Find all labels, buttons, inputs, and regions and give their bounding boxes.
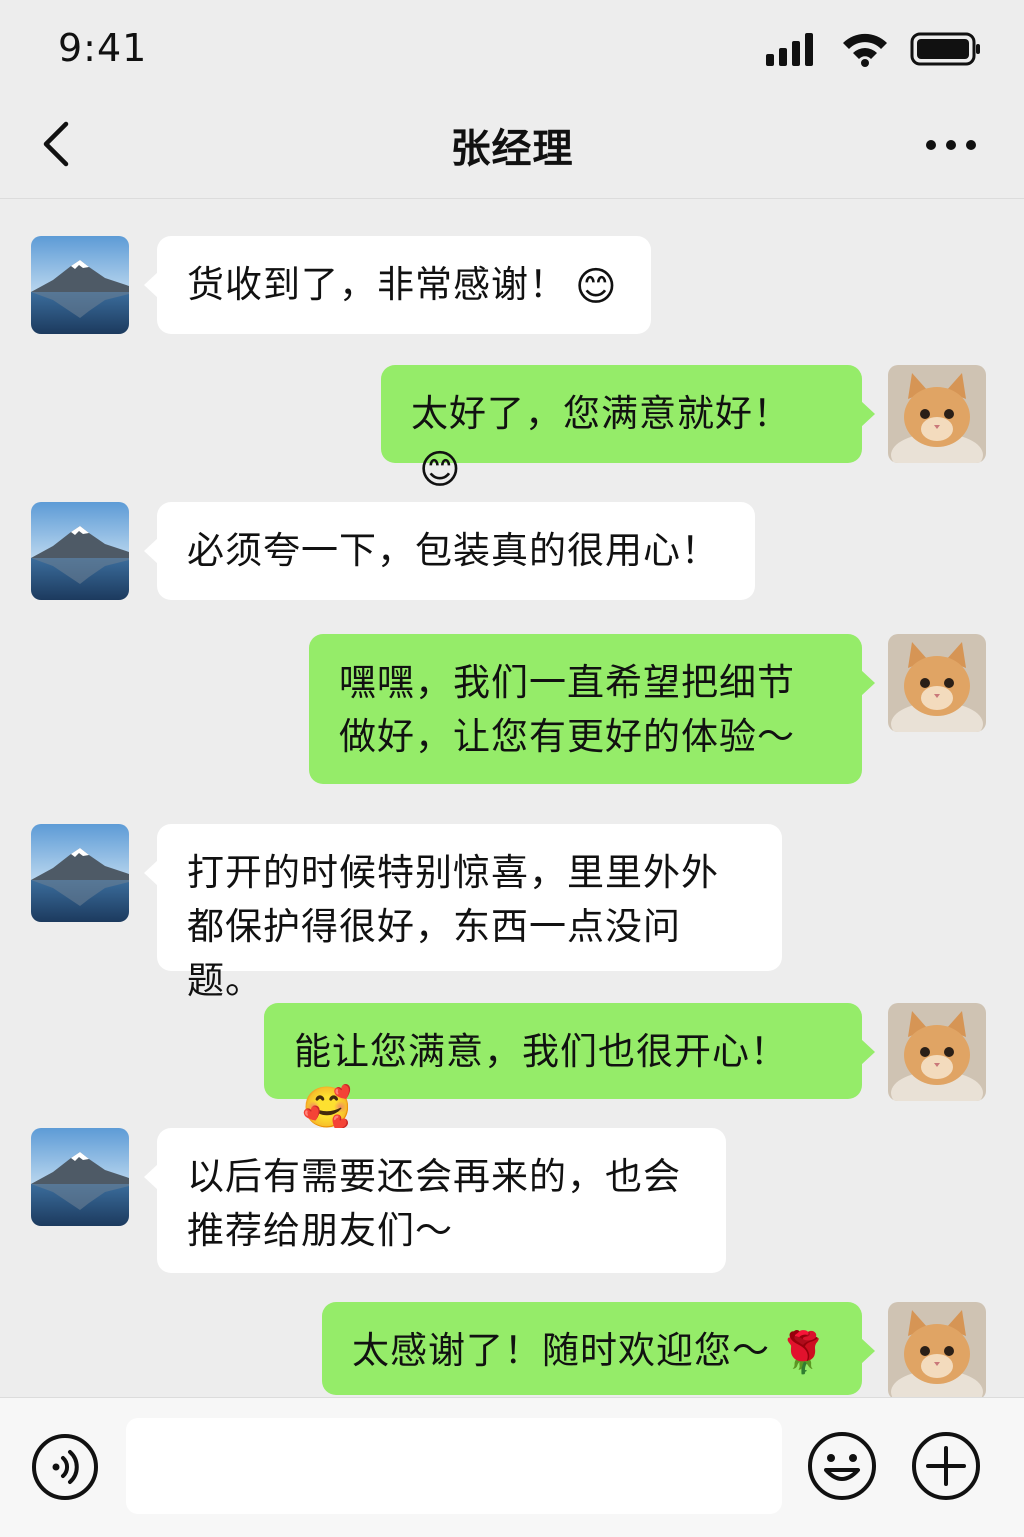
message-text: 太感谢了！随时欢迎您～ [352, 1329, 770, 1372]
message-text: 太好了，您满意就好！ [411, 392, 791, 435]
message-text: 能让您满意，我们也很开心！ [294, 1030, 788, 1073]
nav-bar: 张经理 [0, 96, 1024, 199]
status-bar: 9:41 [0, 0, 1024, 96]
mountain-lake-avatar[interactable] [31, 824, 129, 922]
message-text-line: 推荐给朋友们～ [187, 1209, 453, 1252]
cat-avatar[interactable] [888, 1003, 986, 1101]
message-text-line: 做好，让您有更好的体验～ [339, 715, 795, 758]
message-input[interactable] [126, 1418, 782, 1514]
message-bubble[interactable]: 嘿嘿，我们一直希望把细节 做好，让您有更好的体验～ [309, 634, 875, 784]
message-bubble[interactable]: 货收到了，非常感谢！ 😊 [144, 236, 651, 334]
smiley-icon[interactable] [806, 1430, 878, 1502]
message-bubble[interactable]: 必须夸一下，包装真的很用心！ [144, 502, 755, 600]
message-bubble[interactable]: 太好了，您满意就好！ 😊 [381, 365, 875, 493]
signal-icon [766, 33, 813, 66]
hearts-face-emoji: 🥰 [302, 1084, 353, 1131]
battery-icon [910, 32, 980, 66]
status-time: 9:41 [58, 26, 148, 70]
mountain-lake-avatar[interactable] [31, 502, 129, 600]
smiley-emoji: 😊 [575, 263, 618, 310]
message-text: 必须夸一下，包装真的很用心！ [187, 529, 719, 572]
message-bubble[interactable]: 打开的时候特别惊喜，里里外外 都保护得很好，东西一点没问题。 [144, 824, 782, 1002]
cat-avatar[interactable] [888, 365, 986, 463]
cat-avatar[interactable] [888, 1302, 986, 1397]
voice-icon[interactable] [30, 1432, 100, 1502]
message-bubble[interactable]: 能让您满意，我们也很开心！ 🥰 [264, 1003, 875, 1131]
message-text-line: 都保护得很好，东西一点没问题。 [187, 905, 681, 1002]
mountain-lake-avatar[interactable] [31, 236, 129, 334]
plus-circle-icon[interactable] [910, 1430, 982, 1502]
mountain-lake-avatar[interactable] [31, 1128, 129, 1226]
message-text-line: 嘿嘿，我们一直希望把细节 [339, 661, 795, 704]
page-title: 张经理 [450, 126, 574, 172]
message-bubble[interactable]: 太感谢了！随时欢迎您～ 🌹 [322, 1302, 875, 1395]
message-text-line: 打开的时候特别惊喜，里里外外 [187, 851, 719, 894]
message-bubble[interactable]: 以后有需要还会再来的，也会 推荐给朋友们～ [144, 1128, 726, 1273]
rose-emoji: 🌹 [778, 1329, 829, 1376]
input-bar [0, 1397, 1024, 1537]
smiley-emoji: 😊 [419, 446, 462, 493]
wifi-icon [843, 33, 887, 67]
message-text: 货收到了，非常感谢！ [187, 263, 567, 306]
cat-avatar[interactable] [888, 634, 986, 732]
chat-area[interactable]: 货收到了，非常感谢！ 😊 太好了，您满意就好！😊 必须夸一下，包装真的很用心！ … [0, 199, 1024, 1397]
more-dots-icon[interactable] [918, 118, 984, 172]
message-text-line: 以后有需要还会再来的，也会 [187, 1155, 681, 1198]
